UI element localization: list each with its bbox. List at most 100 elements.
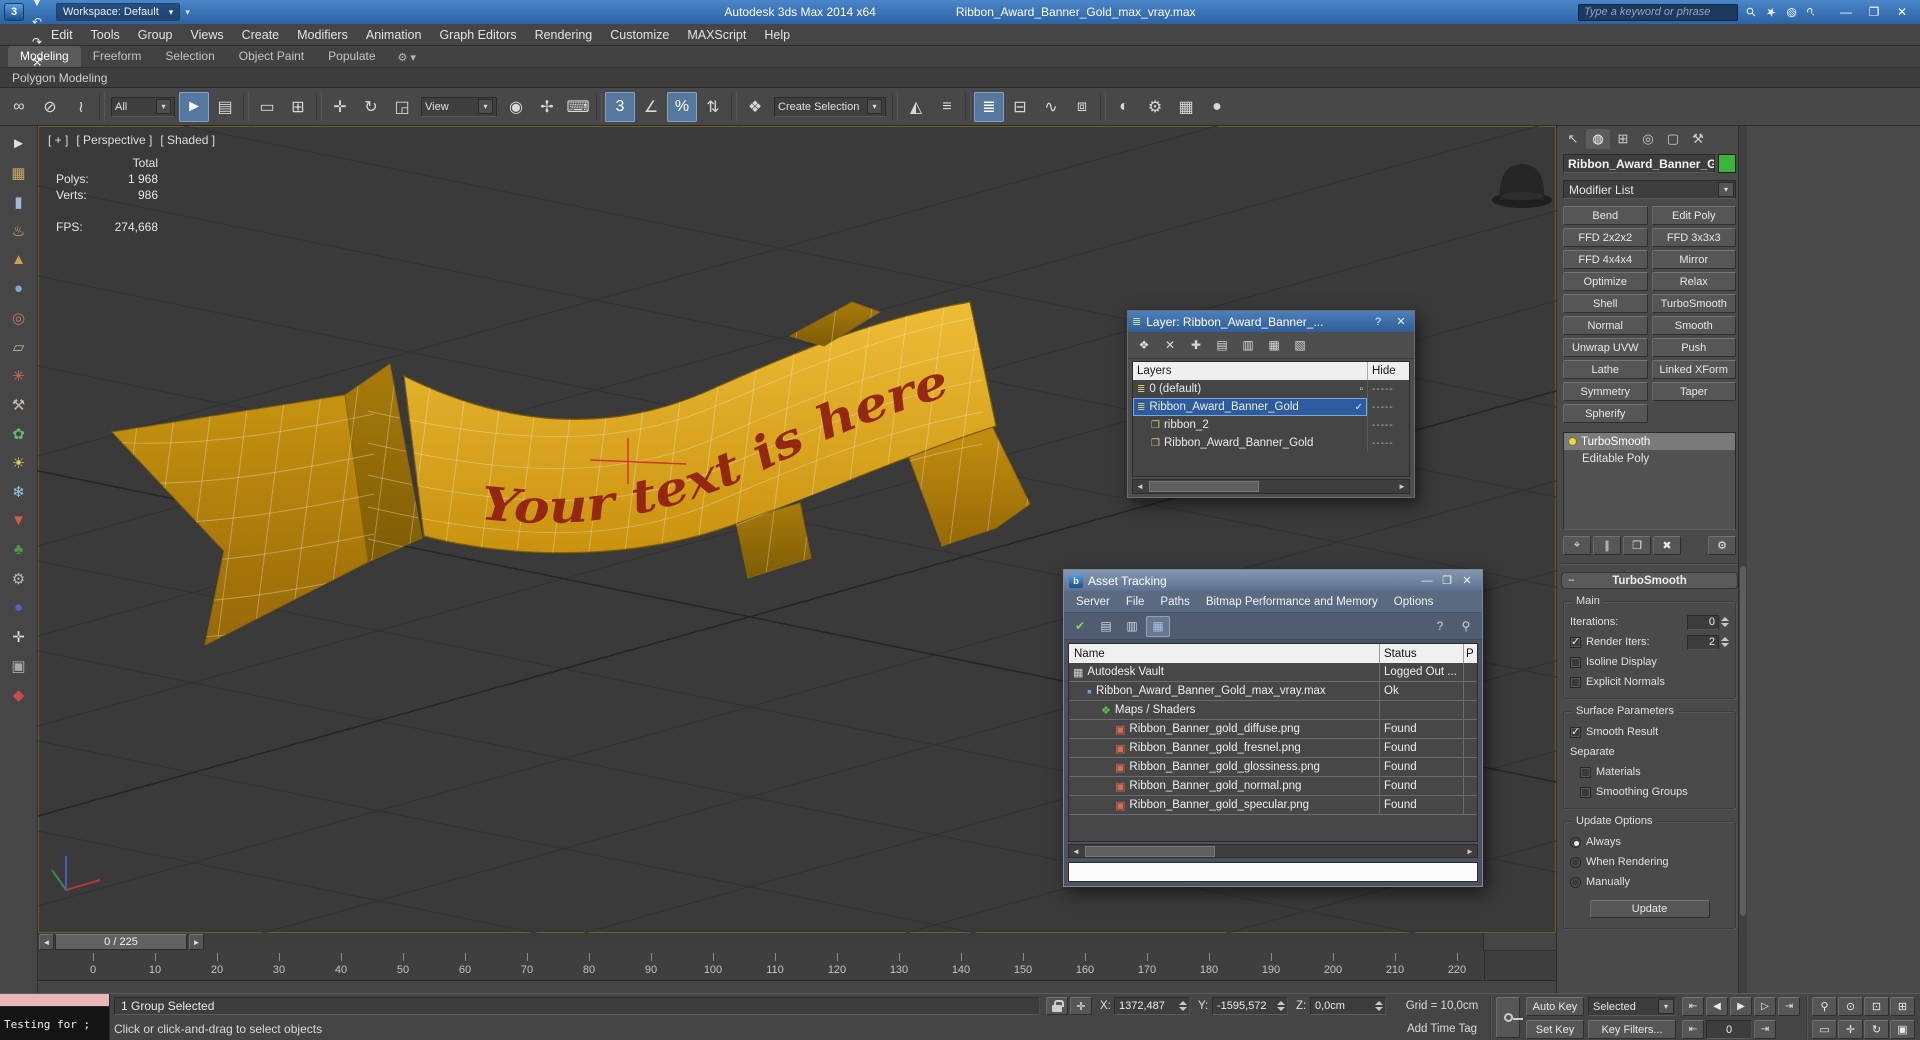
zoom-icon[interactable]: ⚲ xyxy=(1812,997,1837,1016)
previous-frame-button[interactable]: ◀ xyxy=(1706,997,1728,1016)
tree-tool[interactable]: ♣ xyxy=(5,536,33,563)
window-crossing-icon[interactable]: ⊞ xyxy=(283,92,313,122)
y-spinner[interactable] xyxy=(1277,1001,1285,1011)
motion-tab[interactable]: ◎ xyxy=(1636,129,1660,149)
toolbar-separator[interactable] xyxy=(596,92,602,121)
iterations-spinner[interactable] xyxy=(1721,617,1729,627)
track-bar[interactable]: 0 10 20 30 40 50 60 70 80 90 100 110 120 130 140 150 160… xyxy=(38,951,1556,981)
materials-checkbox[interactable] xyxy=(1580,766,1591,778)
table-view-icon[interactable]: ▤ xyxy=(1094,616,1118,637)
cross-tool[interactable]: ✛ xyxy=(5,623,33,650)
command-panel-scrollbar[interactable] xyxy=(1738,126,1747,993)
scroll-thumb[interactable] xyxy=(1149,481,1259,492)
menu-help[interactable]: Help xyxy=(755,24,799,45)
render-iters-field[interactable]: 2 xyxy=(1687,634,1719,650)
asset-menu-options[interactable]: Options xyxy=(1386,596,1442,608)
column-name[interactable]: Name xyxy=(1069,648,1379,660)
gear-tool[interactable]: ⚙ xyxy=(5,565,33,592)
auto-key-button[interactable]: Auto Key xyxy=(1526,997,1584,1016)
modifier-preset-button[interactable]: Unwrap UVW xyxy=(1563,338,1648,357)
minimize-button[interactable]: — xyxy=(1417,573,1437,589)
modifier-preset-button[interactable]: Smooth xyxy=(1651,316,1736,335)
add-time-tag[interactable]: Add Time Tag xyxy=(1392,1023,1492,1035)
layer-properties-icon[interactable]: ▧ xyxy=(1288,335,1312,356)
schematic-view-icon[interactable]: ⧈ xyxy=(1067,92,1097,122)
modifier-preset-button[interactable]: FFD 2x2x2 xyxy=(1563,228,1648,247)
scroll-thumb[interactable] xyxy=(1085,846,1215,857)
delete-layer-icon[interactable]: ✕ xyxy=(1158,335,1182,356)
zoom-extents-all-icon[interactable]: ⊞ xyxy=(1890,997,1915,1016)
viewport-menu-general[interactable]: [ + ] xyxy=(48,133,68,147)
modifier-enabled-icon[interactable] xyxy=(1568,437,1577,446)
x-spinner[interactable] xyxy=(1179,1001,1187,1011)
toolbar-separator[interactable] xyxy=(892,92,898,121)
menu-modifiers[interactable]: Modifiers xyxy=(288,24,357,45)
render-setup-icon[interactable]: ⚙ xyxy=(1140,92,1170,122)
go-to-start-button[interactable]: ⇤ xyxy=(1682,997,1704,1016)
unlink-selection-icon[interactable]: ⊘ xyxy=(35,92,65,122)
snaps-toggle-icon[interactable]: 3 xyxy=(605,91,635,122)
show-end-result-icon[interactable]: ∥ xyxy=(1593,536,1621,555)
maximize-viewport-icon[interactable]: ▣ xyxy=(1890,1020,1915,1039)
asset-menu-paths[interactable]: Paths xyxy=(1152,596,1197,608)
workspace-dropdown[interactable]: Workspace: Default xyxy=(56,3,181,21)
refresh-status-icon[interactable]: ✔ xyxy=(1068,616,1092,637)
rendered-frame-icon[interactable]: ▦ xyxy=(1171,92,1201,122)
menu-customize[interactable]: Customize xyxy=(601,24,678,45)
viewport-menu-shading[interactable]: [ Shaded ] xyxy=(160,133,215,147)
modifier-preset-button[interactable]: Bend xyxy=(1563,206,1648,225)
menu-maxscript[interactable]: MAXScript xyxy=(678,24,755,45)
modifier-preset-button[interactable]: Optimize xyxy=(1563,272,1648,291)
ribbon-config-icon[interactable]: ⚙ ▾ xyxy=(398,51,416,67)
layer-row[interactable]: ❒ ribbon_2 ----- xyxy=(1133,416,1409,434)
hide-cell[interactable]: ----- xyxy=(1367,380,1409,398)
layer-manager-icon[interactable]: ≣ xyxy=(974,91,1004,122)
minimize-button[interactable]: — xyxy=(1832,2,1860,22)
cylinder-tool[interactable]: ▮ xyxy=(5,188,33,215)
path-edit-icon[interactable]: ▥ xyxy=(1120,616,1144,637)
keyboard-override-icon[interactable]: ⌨ xyxy=(563,92,593,122)
asset-tracking-hscrollbar[interactable]: ◄ ► xyxy=(1068,844,1478,858)
grid-tool[interactable]: ▣ xyxy=(5,652,33,679)
close-button[interactable]: ✕ xyxy=(1457,573,1477,589)
save-file-icon[interactable]: ▼ xyxy=(26,0,48,12)
column-layers[interactable]: Layers xyxy=(1133,365,1367,377)
toolbar-separator[interactable] xyxy=(99,92,105,121)
reference-coordinate-dropdown[interactable]: View xyxy=(421,96,497,117)
next-frame-button[interactable]: ▷ xyxy=(1754,997,1776,1016)
merge-layers-icon[interactable]: ▦ xyxy=(1262,335,1286,356)
bind-to-space-warp-icon[interactable]: ≀ xyxy=(66,92,96,122)
layer-dialog-hscrollbar[interactable]: ◄ ► xyxy=(1132,479,1410,494)
smooth-result-checkbox[interactable] xyxy=(1570,725,1581,738)
absolute-offset-toggle[interactable]: ✛ xyxy=(1070,997,1092,1015)
select-objects-in-layer-icon[interactable]: ▤ xyxy=(1210,335,1234,356)
make-unique-icon[interactable]: ❐ xyxy=(1623,536,1651,555)
modifier-preset-button[interactable]: Lathe xyxy=(1563,360,1648,379)
ball-tool[interactable]: ● xyxy=(5,594,33,621)
hide-cell[interactable]: ----- xyxy=(1367,434,1409,452)
pan-icon[interactable]: ✛ xyxy=(1838,1020,1863,1039)
foliage-tool[interactable]: ✿ xyxy=(5,420,33,447)
asset-menu-server[interactable]: Server xyxy=(1068,596,1118,608)
modifier-preset-button[interactable]: Symmetry xyxy=(1563,382,1648,401)
modifier-preset-button[interactable]: Spherify xyxy=(1563,404,1648,423)
asset-menu-bitmap[interactable]: Bitmap Performance and Memory xyxy=(1198,596,1386,608)
layer-row[interactable]: ≣ Ribbon_Award_Banner_Gold ✓ ----- xyxy=(1133,398,1409,416)
asset-row[interactable]: Ribbon_Banner_gold_specular.png Found xyxy=(1069,796,1477,815)
hammer-tool[interactable]: ⚒ xyxy=(5,391,33,418)
z-coordinate-field[interactable]: 0,0cm xyxy=(1310,997,1386,1015)
sphere-tool[interactable]: ● xyxy=(5,275,33,302)
select-and-manipulate-icon[interactable]: ✢ xyxy=(532,92,562,122)
modifier-preset-button[interactable]: Edit Poly xyxy=(1651,206,1736,225)
percent-snap-icon[interactable]: % xyxy=(667,91,697,122)
snow-tool[interactable]: ❄ xyxy=(5,478,33,505)
modifier-preset-button[interactable]: Shell xyxy=(1563,294,1648,313)
set-keys-button[interactable] xyxy=(1496,997,1523,1038)
asset-row[interactable]: Ribbon_Banner_gold_fresnel.png Found xyxy=(1069,739,1477,758)
plane-tool[interactable]: ▱ xyxy=(5,333,33,360)
time-slider-track[interactable]: ◄ 0 / 225 ► xyxy=(38,933,1484,951)
material-editor-icon[interactable]: ◐ xyxy=(1109,92,1139,122)
previous-key-button[interactable]: ◄ xyxy=(39,934,54,950)
y-coordinate-field[interactable]: -1595,572 xyxy=(1212,997,1288,1015)
column-extra[interactable]: P xyxy=(1463,644,1477,663)
